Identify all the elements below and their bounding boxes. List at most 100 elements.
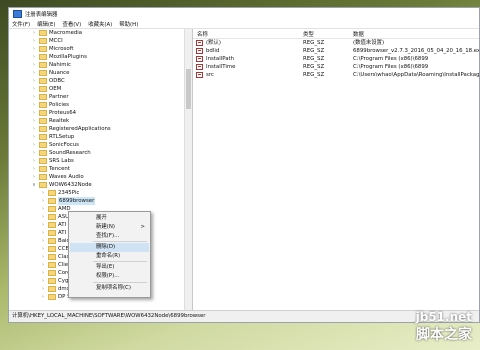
context-menu-item[interactable]: 权限(P)... <box>70 272 149 281</box>
tree-item-label: SonicFocus <box>49 142 79 148</box>
menu-bar: 文件(F) 编辑(E) 查看(V) 收藏夹(A) 帮助(H) <box>9 19 479 29</box>
tree-item[interactable]: › 2345Pic <box>9 189 192 197</box>
tree-item-label: 2345Pic <box>58 190 80 196</box>
tree-item[interactable]: › MozillaPlugins <box>9 53 192 61</box>
chevron-right-icon[interactable]: › <box>40 277 46 285</box>
context-menu-item[interactable]: 删除(D) <box>70 243 149 252</box>
value-row[interactable]: bdlid REG_SZ 6899browser_v2.7.3_2016_05_04… <box>193 47 479 55</box>
value-row[interactable]: InstallPath REG_SZ C:\Program Files (x86)\… <box>193 55 479 63</box>
tree-item[interactable]: › ODBC <box>9 77 192 85</box>
tree-item[interactable]: › Partner <box>9 93 192 101</box>
folder-icon <box>39 94 47 100</box>
tree-item-label: Realtek <box>49 118 70 124</box>
folder-icon <box>39 54 47 60</box>
tree-item-label: Microsoft <box>49 46 74 52</box>
tree-item[interactable]: › RTLSetup <box>9 133 192 141</box>
chevron-right-icon[interactable]: › <box>40 237 46 245</box>
folder-icon <box>39 126 47 132</box>
context-menu-item[interactable]: 新建(N) > <box>70 223 149 232</box>
chevron-right-icon[interactable]: › <box>31 37 37 45</box>
chevron-right-icon[interactable]: › <box>40 221 46 229</box>
chevron-right-icon[interactable]: › <box>31 125 37 133</box>
chevron-right-icon[interactable]: › <box>31 173 37 181</box>
chevron-right-icon[interactable]: › <box>40 269 46 277</box>
tree-item[interactable]: › Waves Audio <box>9 173 192 181</box>
chevron-right-icon[interactable]: › <box>40 253 46 261</box>
tree-item[interactable]: › Policies <box>9 101 192 109</box>
chevron-right-icon[interactable]: › <box>31 117 37 125</box>
chevron-right-icon[interactable]: › <box>31 157 37 165</box>
chevron-right-icon[interactable]: › <box>31 109 37 117</box>
value-type: REG_SZ <box>303 40 325 46</box>
chevron-right-icon[interactable]: › <box>40 261 46 269</box>
chevron-right-icon[interactable]: › <box>31 45 37 53</box>
context-menu-item[interactable]: 复制项名称(C) <box>70 284 149 293</box>
tree-item[interactable]: › SoundResearch <box>9 149 192 157</box>
chevron-right-icon[interactable]: › <box>31 93 37 101</box>
folder-icon <box>48 262 56 268</box>
tree-item[interactable]: › Proteus64 <box>9 109 192 117</box>
folder-icon <box>48 286 56 292</box>
string-value-icon <box>196 56 203 62</box>
tree-item[interactable]: ∨ WOW6432Node <box>9 181 192 189</box>
tree-item-label: WOW6432Node <box>49 182 92 188</box>
chevron-right-icon[interactable]: › <box>31 69 37 77</box>
menu-favorites[interactable]: 收藏夹(A) <box>88 20 112 28</box>
chevron-right-icon[interactable]: › <box>31 85 37 93</box>
chevron-right-icon[interactable]: › <box>31 133 37 141</box>
tree-item[interactable]: › SonicFocus <box>9 141 192 149</box>
tree-item[interactable]: › RegisteredApplications <box>9 125 192 133</box>
folder-icon <box>48 206 56 212</box>
chevron-right-icon[interactable]: › <box>31 101 37 109</box>
chevron-right-icon[interactable]: › <box>31 53 37 61</box>
value-type: REG_SZ <box>303 48 325 54</box>
context-menu-item-label: 复制项名称(C) <box>96 285 131 291</box>
tree-item[interactable]: › MCCI <box>9 37 192 45</box>
folder-icon <box>48 214 56 220</box>
chevron-right-icon[interactable]: › <box>40 293 46 301</box>
chevron-right-icon[interactable]: › <box>40 285 46 293</box>
tree-item[interactable]: › Nuance <box>9 69 192 77</box>
chevron-right-icon[interactable]: › <box>40 189 46 197</box>
context-menu-item[interactable]: 重命名(R) <box>70 252 149 261</box>
menu-edit[interactable]: 编辑(E) <box>37 20 55 28</box>
tree-item[interactable]: › Realtek <box>9 117 192 125</box>
context-menu-item[interactable]: 查找(F)... <box>70 232 149 241</box>
chevron-right-icon[interactable]: › <box>31 141 37 149</box>
chevron-right-icon[interactable]: › <box>40 229 46 237</box>
header-data[interactable]: 数据 <box>353 30 364 38</box>
folder-icon <box>48 222 56 228</box>
header-name[interactable]: 名称 <box>197 30 208 38</box>
chevron-right-icon[interactable]: › <box>31 61 37 69</box>
tree-item[interactable]: › Tencent <box>9 165 192 173</box>
values-pane[interactable]: 名称 类型 数据 (默认) REG_SZ (数值未设置) bdlid REG_SZ 689… <box>193 29 479 311</box>
chevron-down-icon[interactable]: ∨ <box>31 181 37 189</box>
menu-file[interactable]: 文件(F) <box>12 20 30 28</box>
value-row[interactable]: InstallTime REG_SZ C:\Program Files (x86)\… <box>193 63 479 71</box>
tree-item-label: RegisteredApplications <box>49 126 111 132</box>
tree-item[interactable]: › 6899browser <box>9 197 192 205</box>
chevron-right-icon[interactable]: › <box>40 213 46 221</box>
chevron-right-icon[interactable]: › <box>40 205 46 213</box>
tree-item[interactable]: › Macromedia <box>9 29 192 37</box>
chevron-right-icon[interactable]: › <box>40 245 46 253</box>
value-row[interactable]: (默认) REG_SZ (数值未设置) <box>193 39 479 47</box>
chevron-right-icon[interactable]: › <box>31 165 37 173</box>
menu-help[interactable]: 帮助(H) <box>119 20 138 28</box>
folder-icon <box>48 294 56 300</box>
context-menu-item[interactable]: 导出(E) <box>70 263 149 272</box>
value-row[interactable]: src REG_SZ C:\Users\whao\AppData\Roaming\I… <box>193 71 479 79</box>
chevron-right-icon[interactable]: › <box>31 29 37 37</box>
header-type[interactable]: 类型 <box>303 30 314 38</box>
menu-view[interactable]: 查看(V) <box>63 20 82 28</box>
chevron-right-icon[interactable]: › <box>40 197 46 205</box>
tree-item[interactable]: › Microsoft <box>9 45 192 53</box>
chevron-right-icon[interactable]: › <box>31 149 37 157</box>
tree-item[interactable]: › OEM <box>9 85 192 93</box>
folder-icon <box>39 78 47 84</box>
tree-item[interactable]: › SRS Labs <box>9 157 192 165</box>
string-value-icon <box>196 48 203 54</box>
chevron-right-icon[interactable]: › <box>31 77 37 85</box>
context-menu-item[interactable]: 展开 <box>70 214 149 223</box>
tree-item[interactable]: › Nahimic <box>9 61 192 69</box>
